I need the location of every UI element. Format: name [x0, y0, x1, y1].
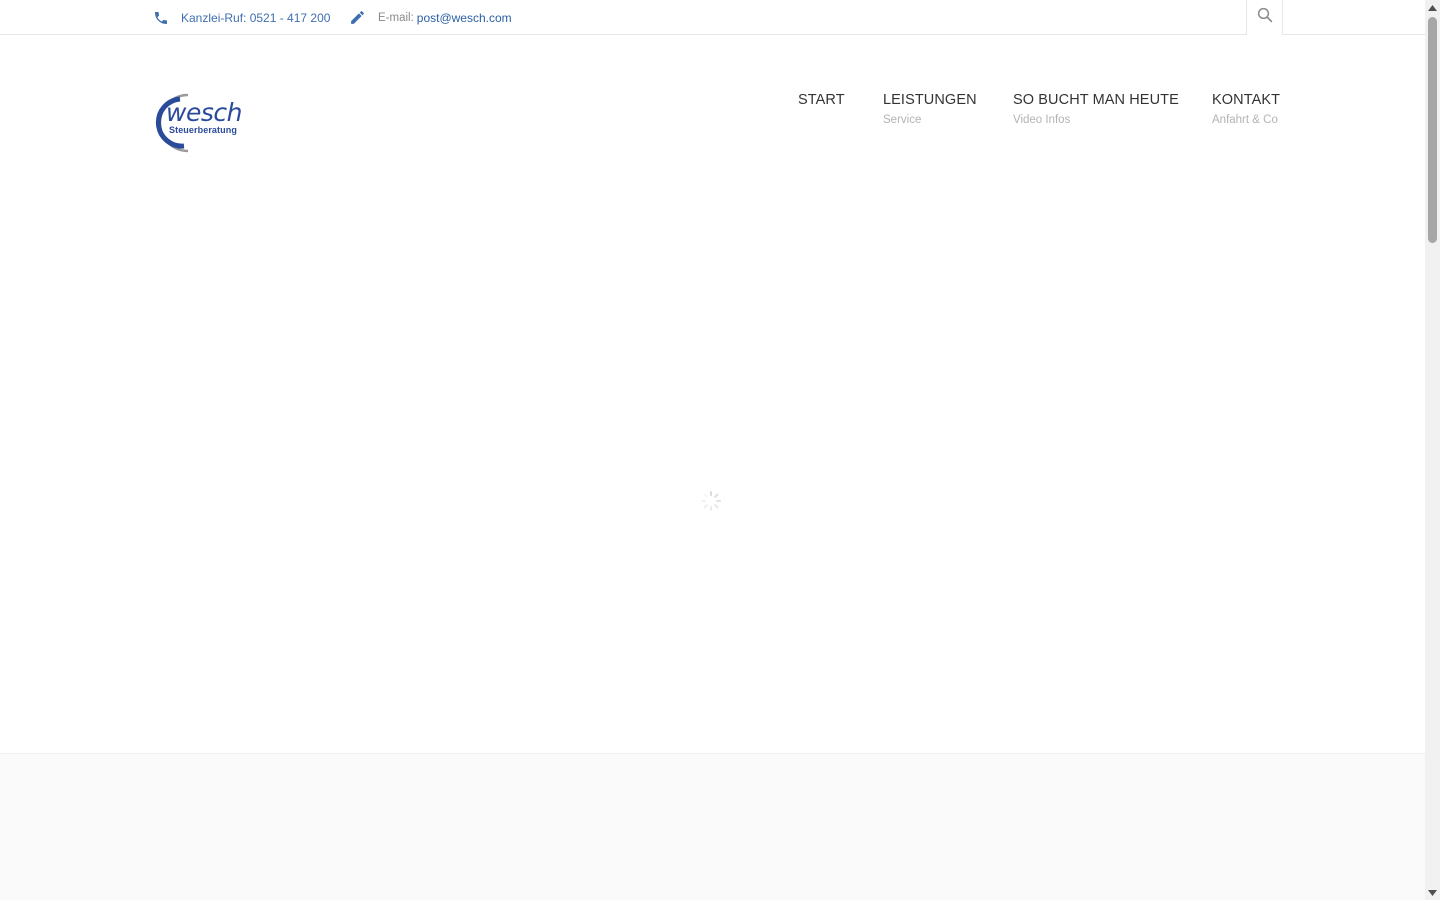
footer-area	[0, 753, 1425, 900]
phone-text: Kanzlei-Ruf: 0521 - 417 200	[181, 10, 331, 25]
scroll-down-icon[interactable]	[1425, 885, 1440, 900]
page-scrollbar[interactable]	[1425, 0, 1440, 900]
nav-item-label: SO BUCHT MAN HEUTE	[1013, 92, 1179, 108]
email-contact: E-mail: post@wesch.com	[348, 0, 512, 35]
pencil-icon	[348, 9, 366, 27]
scroll-up-icon[interactable]	[1425, 0, 1440, 15]
nav-item-label: LEISTUNGEN	[883, 92, 977, 108]
nav-item-kontakt[interactable]: KONTAKT Anfahrt & Co	[1212, 91, 1280, 127]
nav-item-leistungen[interactable]: LEISTUNGEN Service	[883, 91, 977, 127]
phone-contact[interactable]: Kanzlei-Ruf: 0521 - 417 200	[152, 0, 330, 35]
search-button[interactable]	[1246, 0, 1283, 35]
email-link[interactable]: post@wesch.com	[417, 11, 512, 25]
search-icon	[1256, 6, 1274, 29]
nav-item-so-bucht-man-heute[interactable]: SO BUCHT MAN HEUTE Video Infos	[1013, 91, 1179, 127]
nav-item-sublabel: Video Infos	[1013, 114, 1071, 126]
nav-item-start[interactable]: START	[798, 91, 845, 109]
email-label: E-mail:	[378, 11, 414, 24]
loading-spinner-icon	[700, 490, 722, 512]
scrollbar-thumb[interactable]	[1428, 17, 1437, 243]
nav-item-sublabel: Service	[883, 114, 922, 126]
phone-icon	[152, 9, 170, 27]
main-navigation: START LEISTUNGEN Service SO BUCHT MAN HE…	[0, 91, 1425, 131]
nav-item-label: START	[798, 92, 845, 108]
nav-item-label: KONTAKT	[1212, 92, 1281, 108]
nav-item-sublabel: Anfahrt & Co	[1212, 114, 1278, 126]
top-bar: Kanzlei-Ruf: 0521 - 417 200 E-mail: post…	[0, 0, 1425, 35]
